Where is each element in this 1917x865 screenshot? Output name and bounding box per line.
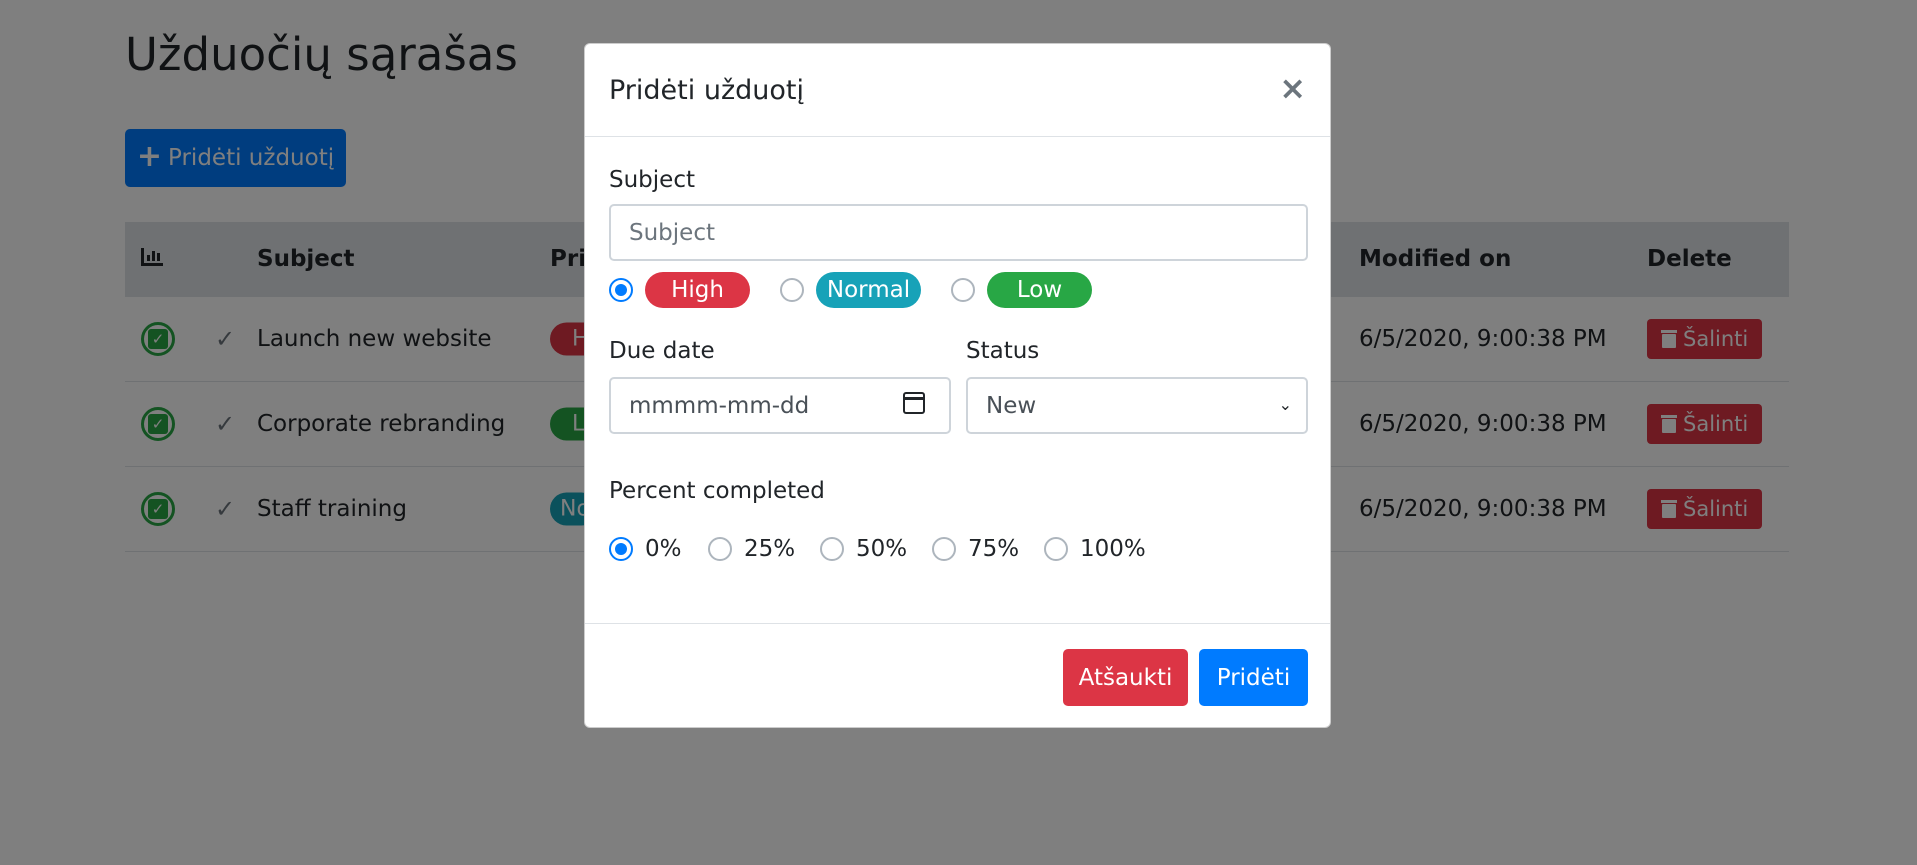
modal-header: Pridėti užduotį ×: [585, 44, 1330, 137]
modal-title: Pridėti užduotį: [609, 74, 804, 106]
percent-label-25[interactable]: 25%: [744, 536, 795, 562]
percent-radio-100[interactable]: [1044, 537, 1068, 561]
due-date-placeholder: mmmm-mm-dd: [629, 392, 810, 419]
status-label: Status: [966, 338, 1040, 364]
add-task-modal: Pridėti užduotį × Subject Subject High N…: [584, 43, 1331, 728]
priority-label-high[interactable]: High: [645, 272, 750, 308]
percent-radio-75[interactable]: [932, 537, 956, 561]
due-date-label: Due date: [609, 338, 715, 364]
priority-label-low[interactable]: Low: [987, 272, 1092, 308]
subject-input[interactable]: Subject: [609, 204, 1308, 261]
status-select[interactable]: New ⌄: [966, 377, 1308, 434]
percent-label-0[interactable]: 0%: [645, 536, 682, 562]
percent-radio-50[interactable]: [820, 537, 844, 561]
close-icon[interactable]: ×: [1279, 72, 1306, 104]
priority-radio-high[interactable]: [609, 278, 633, 302]
percent-label-75[interactable]: 75%: [968, 536, 1019, 562]
chevron-down-icon: ⌄: [1278, 395, 1292, 414]
cancel-button[interactable]: Atšaukti: [1063, 649, 1188, 706]
percent-label-50[interactable]: 50%: [856, 536, 907, 562]
percent-radio-25[interactable]: [708, 537, 732, 561]
submit-button[interactable]: Pridėti: [1199, 649, 1308, 706]
due-date-input[interactable]: mmmm-mm-dd: [609, 377, 951, 434]
percent-label-100[interactable]: 100%: [1080, 536, 1146, 562]
modal-footer: Atšaukti Pridėti: [585, 623, 1330, 728]
modal-body: Subject Subject High Normal Low Due date…: [585, 137, 1330, 623]
priority-radio-normal[interactable]: [780, 278, 804, 302]
status-value: New: [986, 392, 1037, 419]
calendar-icon[interactable]: [903, 392, 925, 414]
priority-radio-low[interactable]: [951, 278, 975, 302]
priority-label-normal[interactable]: Normal: [816, 272, 921, 308]
subject-label: Subject: [609, 167, 695, 193]
percent-completed-label: Percent completed: [609, 478, 825, 504]
percent-radio-0[interactable]: [609, 537, 633, 561]
